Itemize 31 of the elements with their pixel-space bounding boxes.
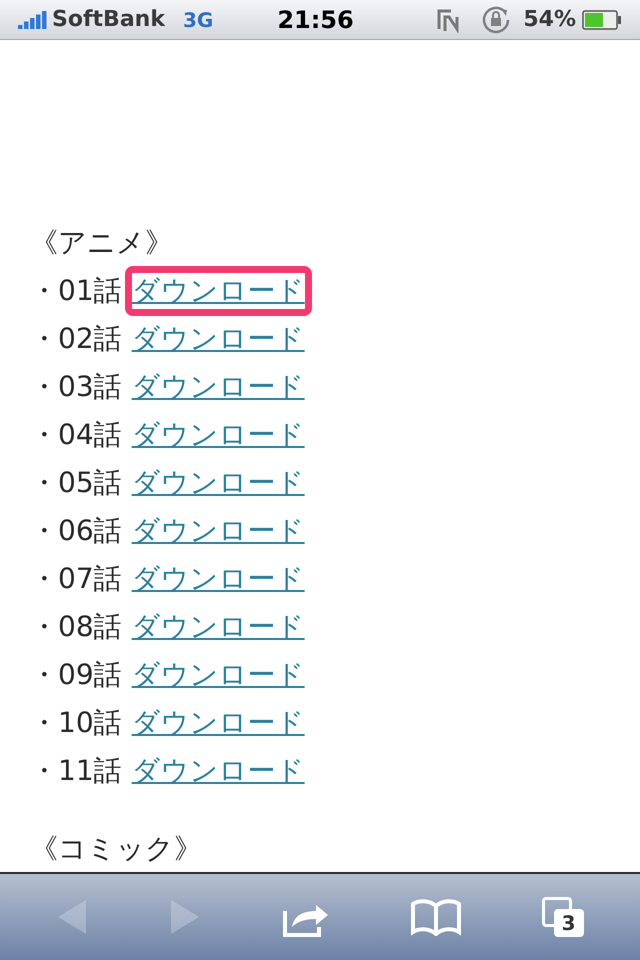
battery-icon	[582, 10, 622, 30]
episode-label: ・02話	[30, 321, 122, 357]
episode-label: ・10話	[30, 705, 122, 741]
bookmarks-button[interactable]	[410, 898, 461, 936]
download-link[interactable]: ダウンロード	[124, 746, 312, 796]
clock-time: 21:56	[277, 4, 354, 36]
download-link[interactable]: ダウンロード	[124, 410, 312, 460]
download-link[interactable]: ダウンロード	[124, 650, 312, 700]
episode-label: ・09話	[30, 657, 122, 693]
download-link[interactable]: ダウンロード	[124, 266, 312, 316]
download-link[interactable]: ダウンロード	[124, 314, 312, 364]
download-link[interactable]: ダウンロード	[124, 362, 312, 412]
episode-label: ・01話	[30, 273, 122, 309]
section-heading: 《アニメ》	[30, 225, 173, 261]
episode-label: ・08話	[30, 609, 122, 645]
download-link[interactable]: ダウンロード	[124, 602, 312, 652]
episode-label: ・06話	[30, 513, 122, 549]
download-link[interactable]: ダウンロード	[124, 554, 312, 604]
episode-label: ・03話	[30, 369, 122, 405]
carrier-name: SoftBank	[52, 6, 165, 34]
network-type: 3G	[182, 6, 214, 34]
download-link[interactable]: ダウンロード	[124, 458, 312, 508]
signal-icon	[18, 10, 48, 28]
episode-label: ・07話	[30, 561, 122, 597]
episode-label: ・05話	[30, 465, 122, 501]
download-link[interactable]: ダウンロード	[124, 506, 312, 556]
battery-percent: 54%	[523, 6, 576, 34]
section-heading: 《コミック》	[30, 831, 202, 867]
episode-label: ・11話	[30, 753, 122, 789]
download-link[interactable]: ダウンロード	[124, 698, 312, 748]
episode-label: ・04話	[30, 417, 122, 453]
